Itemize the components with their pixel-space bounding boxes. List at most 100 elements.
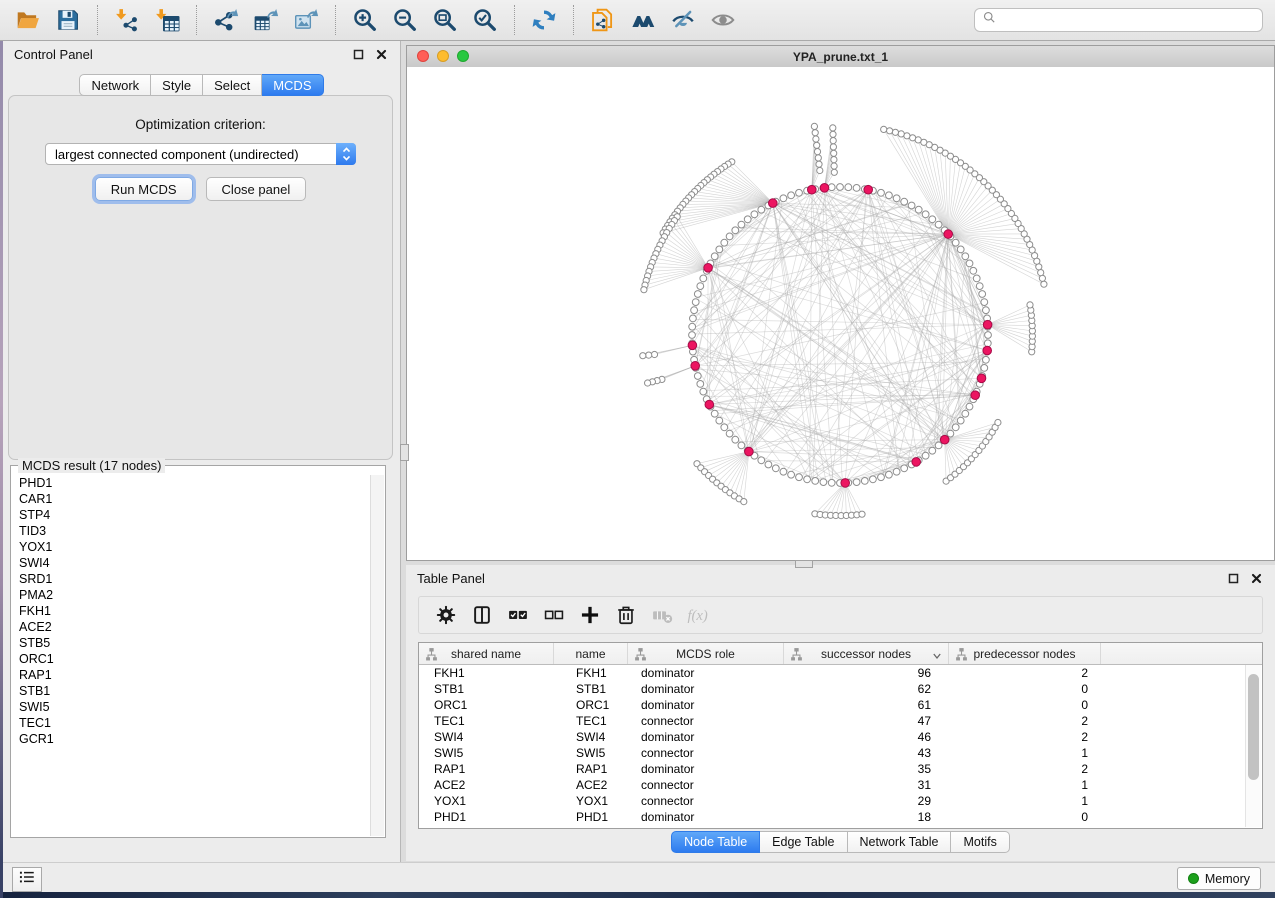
window-minimize-icon[interactable] [437,50,449,62]
show-panels-button[interactable] [12,867,42,892]
window-controls [417,50,469,62]
toolbar-separator [97,5,98,35]
mcds-result-item[interactable]: PMA2 [12,587,370,603]
tab-motifs[interactable]: Motifs [951,831,1009,853]
add-row-icon[interactable] [576,601,604,629]
close-table-panel-icon[interactable] [1249,571,1264,586]
cell-name: SWI4 [554,730,628,744]
export-network-icon[interactable] [211,5,241,35]
export-image-icon[interactable] [291,5,321,35]
mcds-result-item[interactable]: ACE2 [12,619,370,635]
horizontal-splitter-handle[interactable] [795,560,813,568]
column-header-mcds-role[interactable]: MCDS role [628,643,784,664]
cell-predecessor-nodes: 1 [949,746,1101,760]
zoom-out-icon[interactable] [390,5,420,35]
unselect-all-icon[interactable] [540,601,568,629]
zoom-selected-icon[interactable] [470,5,500,35]
mcds-result-item[interactable]: STB1 [12,683,370,699]
show-columns-icon[interactable] [468,601,496,629]
mcds-result-item[interactable]: ORC1 [12,651,370,667]
cell-successor-nodes: 46 [784,730,949,744]
float-panel-icon[interactable] [351,47,366,62]
zoom-fit-icon[interactable] [430,5,460,35]
mcds-list-scrollbar[interactable] [370,475,384,836]
table-row[interactable]: TEC1TEC1connector472 [419,713,1262,729]
mcds-result-item[interactable]: GCR1 [12,731,370,747]
table-row[interactable]: SWI4SWI4dominator462 [419,729,1262,745]
table-row[interactable]: FKH1FKH1dominator962 [419,665,1262,681]
mcds-result-item[interactable]: RAP1 [12,667,370,683]
import-table-icon[interactable] [152,5,182,35]
table-scrollbar[interactable] [1245,665,1261,827]
zoom-in-icon[interactable] [350,5,380,35]
tab-select[interactable]: Select [203,74,262,96]
memory-status-icon [1188,873,1199,884]
search-input[interactable] [1002,12,1255,28]
table-row[interactable]: STB1STB1dominator620 [419,681,1262,697]
tab-network[interactable]: Network [79,74,151,96]
table-row[interactable]: YOX1YOX1connector291 [419,793,1262,809]
first-neighbors-icon[interactable] [628,5,658,35]
table-row[interactable]: SWI5SWI5connector431 [419,745,1262,761]
cell-successor-nodes: 18 [784,810,949,824]
cell-mcds-role: connector [628,714,784,728]
save-session-icon[interactable] [53,5,83,35]
float-table-panel-icon[interactable] [1226,571,1241,586]
mcds-result-item[interactable]: STB5 [12,635,370,651]
cell-mcds-role: dominator [628,666,784,680]
table-row[interactable]: RAP1RAP1dominator352 [419,761,1262,777]
mcds-result-list: PHD1CAR1STP4TID3YOX1SWI4SRD1PMA2FKH1ACE2… [12,475,370,836]
mcds-result-item[interactable]: STP4 [12,507,370,523]
column-header-name[interactable]: name [554,643,628,664]
window-close-icon[interactable] [417,50,429,62]
column-header-successor-nodes[interactable]: successor nodes [784,643,949,664]
mcds-result-item[interactable]: YOX1 [12,539,370,555]
table-row[interactable]: ORC1ORC1dominator610 [419,697,1262,713]
control-panel-header: Control Panel [3,41,400,68]
cell-successor-nodes: 31 [784,778,949,792]
mcds-result-item[interactable]: SWI4 [12,555,370,571]
export-table-icon[interactable] [251,5,281,35]
open-file-icon[interactable] [13,5,43,35]
mcds-result-item[interactable]: PHD1 [12,475,370,491]
table-row[interactable]: PHD1PHD1dominator180 [419,809,1262,825]
network-window-titlebar[interactable]: YPA_prune.txt_1 [407,46,1274,68]
mcds-result-item[interactable]: TID3 [12,523,370,539]
show-all-icon[interactable] [708,5,738,35]
table-row[interactable]: ACE2ACE2connector311 [419,777,1262,793]
window-zoom-icon[interactable] [457,50,469,62]
select-all-icon[interactable] [504,601,532,629]
mcds-result-item[interactable]: CAR1 [12,491,370,507]
delete-row-icon[interactable] [612,601,640,629]
column-header-predecessor-nodes[interactable]: predecessor nodes [949,643,1101,664]
vertical-splitter-handle[interactable] [400,444,409,461]
table-settings-icon[interactable] [432,601,460,629]
tab-node-table[interactable]: Node Table [671,831,760,853]
tab-network-table[interactable]: Network Table [848,831,952,853]
optimization-criterion-dropdown[interactable]: largest connected component (undirected) [45,143,356,165]
table-panel-header: Table Panel [406,565,1275,592]
mcds-result-item[interactable]: SWI5 [12,699,370,715]
tab-mcds[interactable]: MCDS [262,74,323,96]
refresh-view-icon[interactable] [529,5,559,35]
clone-network-icon[interactable] [588,5,618,35]
tab-edge-table[interactable]: Edge Table [760,831,847,853]
memory-button[interactable]: Memory [1177,867,1261,890]
run-mcds-button[interactable]: Run MCDS [95,177,193,201]
tab-style[interactable]: Style [151,74,203,96]
close-panel-button[interactable]: Close panel [206,177,307,201]
mcds-result-item[interactable]: SRD1 [12,571,370,587]
table-scrollbar-thumb[interactable] [1248,674,1259,780]
column-header-shared-name[interactable]: shared name [419,643,554,664]
cell-predecessor-nodes: 2 [949,762,1101,776]
network-canvas[interactable] [407,67,1274,560]
cell-successor-nodes: 47 [784,714,949,728]
import-network-icon[interactable] [112,5,142,35]
mcds-result-item[interactable]: FKH1 [12,603,370,619]
cell-predecessor-nodes: 2 [949,730,1101,744]
cell-name: SWI5 [554,746,628,760]
close-panel-icon[interactable] [374,47,389,62]
mcds-result-item[interactable]: TEC1 [12,715,370,731]
hide-selected-icon[interactable] [668,5,698,35]
table-header-row: shared namenameMCDS rolesuccessor nodesp… [419,643,1262,665]
